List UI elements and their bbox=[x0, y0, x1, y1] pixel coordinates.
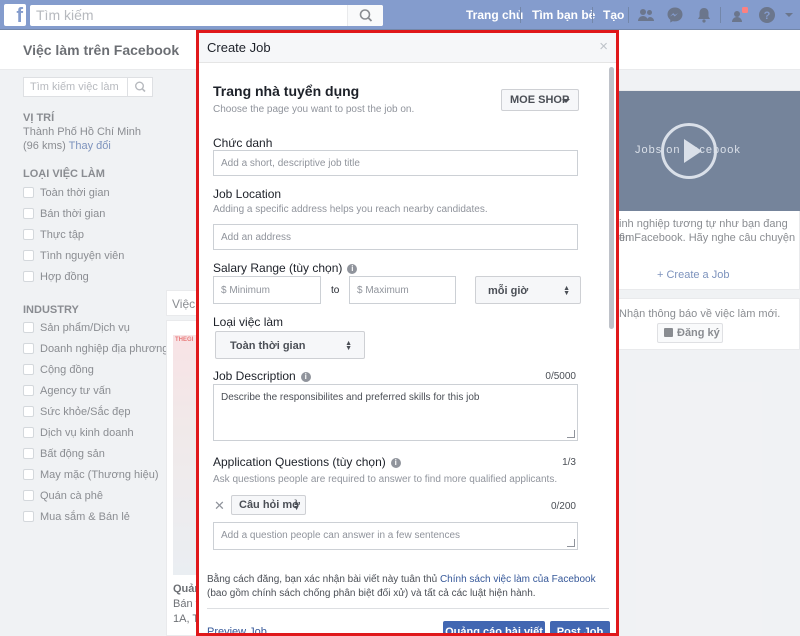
close-icon[interactable]: × bbox=[599, 38, 608, 55]
jobtype-select[interactable]: Toàn thời gian ▲ ▼ bbox=[215, 331, 365, 359]
page-selector-value: MOE SHOP bbox=[510, 94, 570, 106]
question-placeholder: Add a question people can answer in a fe… bbox=[221, 530, 461, 541]
job-location-hint: Adding a specific address helps you reac… bbox=[213, 204, 488, 215]
jobtype-label: Loại việc làm bbox=[213, 315, 284, 329]
job-title-input[interactable]: Add a short, descriptive job title bbox=[213, 150, 578, 176]
question-type-select[interactable]: Câu hỏi mở ▲ ▼ bbox=[231, 495, 306, 515]
salary-label: Salary Range (tùy chọn) bbox=[213, 261, 343, 275]
updown-icon: ▲ ▼ bbox=[345, 340, 352, 352]
questions-label: Application Questions (tùy chọn) bbox=[213, 455, 386, 469]
resize-handle[interactable] bbox=[567, 539, 575, 547]
job-location-label: Job Location bbox=[213, 187, 282, 201]
employer-page-hint: Choose the page you want to post the job… bbox=[213, 104, 415, 115]
question-textarea[interactable]: Add a question people can answer in a fe… bbox=[213, 522, 578, 550]
salary-min-placeholder: $ Minimum bbox=[221, 285, 270, 296]
salary-to-label: to bbox=[331, 285, 340, 296]
question-type-value: Câu hỏi mở bbox=[239, 499, 300, 511]
questions-label-row: Application Questions (tùy chọn) i bbox=[213, 455, 401, 469]
dialog-title: Create Job bbox=[207, 40, 271, 55]
updown-icon: ▲ ▼ bbox=[293, 500, 300, 512]
salary-max-placeholder: $ Maximum bbox=[357, 285, 409, 296]
create-job-dialog: Create Job × Trang nhà tuyển dụng Choose… bbox=[196, 30, 619, 636]
job-policy-link[interactable]: Chính sách việc làm của Facebook bbox=[440, 574, 596, 585]
preview-job-link[interactable]: Preview Job bbox=[207, 626, 267, 633]
updown-icon: ▲ ▼ bbox=[563, 285, 570, 297]
page-selector[interactable]: MOE SHOP bbox=[501, 89, 579, 111]
job-description-label: Job Description bbox=[213, 369, 296, 383]
job-location-placeholder: Add an address bbox=[221, 232, 292, 243]
post-job-button[interactable]: Post Job bbox=[550, 621, 610, 633]
job-title-label: Chức danh bbox=[213, 136, 273, 150]
policy-notice: Bằng cách đăng, bạn xác nhận bài viết nà… bbox=[207, 573, 607, 601]
info-icon[interactable]: i bbox=[347, 264, 358, 274]
description-counter: 0/5000 bbox=[545, 371, 576, 382]
job-title-placeholder: Add a short, descriptive job title bbox=[221, 158, 360, 169]
salary-period-select[interactable]: mỗi giờ ▲ ▼ bbox=[475, 276, 581, 304]
job-location-input[interactable]: Add an address bbox=[213, 224, 578, 250]
resize-handle[interactable] bbox=[567, 430, 575, 438]
salary-period-value: mỗi giờ bbox=[488, 285, 529, 297]
job-description-placeholder: Describe the responsibilites and preferr… bbox=[221, 392, 480, 403]
jobtype-value: Toàn thời gian bbox=[230, 340, 306, 352]
caret-down-icon bbox=[562, 99, 570, 103]
salary-min-input[interactable]: $ Minimum bbox=[213, 276, 321, 304]
policy-text: (bao gồm chính sách chống phân biệt đối … bbox=[207, 588, 536, 599]
policy-text: Bằng cách đăng, bạn xác nhận bài viết nà… bbox=[207, 574, 440, 585]
salary-max-input[interactable]: $ Maximum bbox=[349, 276, 456, 304]
questions-counter: 1/3 bbox=[562, 457, 576, 468]
job-description-label-row: Job Description i bbox=[213, 369, 311, 383]
divider bbox=[207, 608, 609, 609]
question-counter: 0/200 bbox=[550, 501, 576, 512]
info-icon[interactable]: i bbox=[390, 458, 401, 468]
questions-hint: Ask questions people are required to ans… bbox=[213, 474, 558, 485]
job-description-textarea[interactable]: Describe the responsibilites and preferr… bbox=[213, 384, 578, 441]
dialog-header: Create Job × bbox=[199, 33, 616, 63]
info-icon[interactable]: i bbox=[300, 372, 311, 382]
remove-question-icon[interactable]: ✕ bbox=[214, 498, 225, 514]
employer-page-heading: Trang nhà tuyển dụng bbox=[213, 83, 360, 99]
salary-label-row: Salary Range (tùy chọn) i bbox=[213, 261, 358, 275]
scrollbar[interactable] bbox=[609, 67, 614, 329]
boost-post-button[interactable]: Quảng cáo bài viết bbox=[443, 621, 545, 633]
